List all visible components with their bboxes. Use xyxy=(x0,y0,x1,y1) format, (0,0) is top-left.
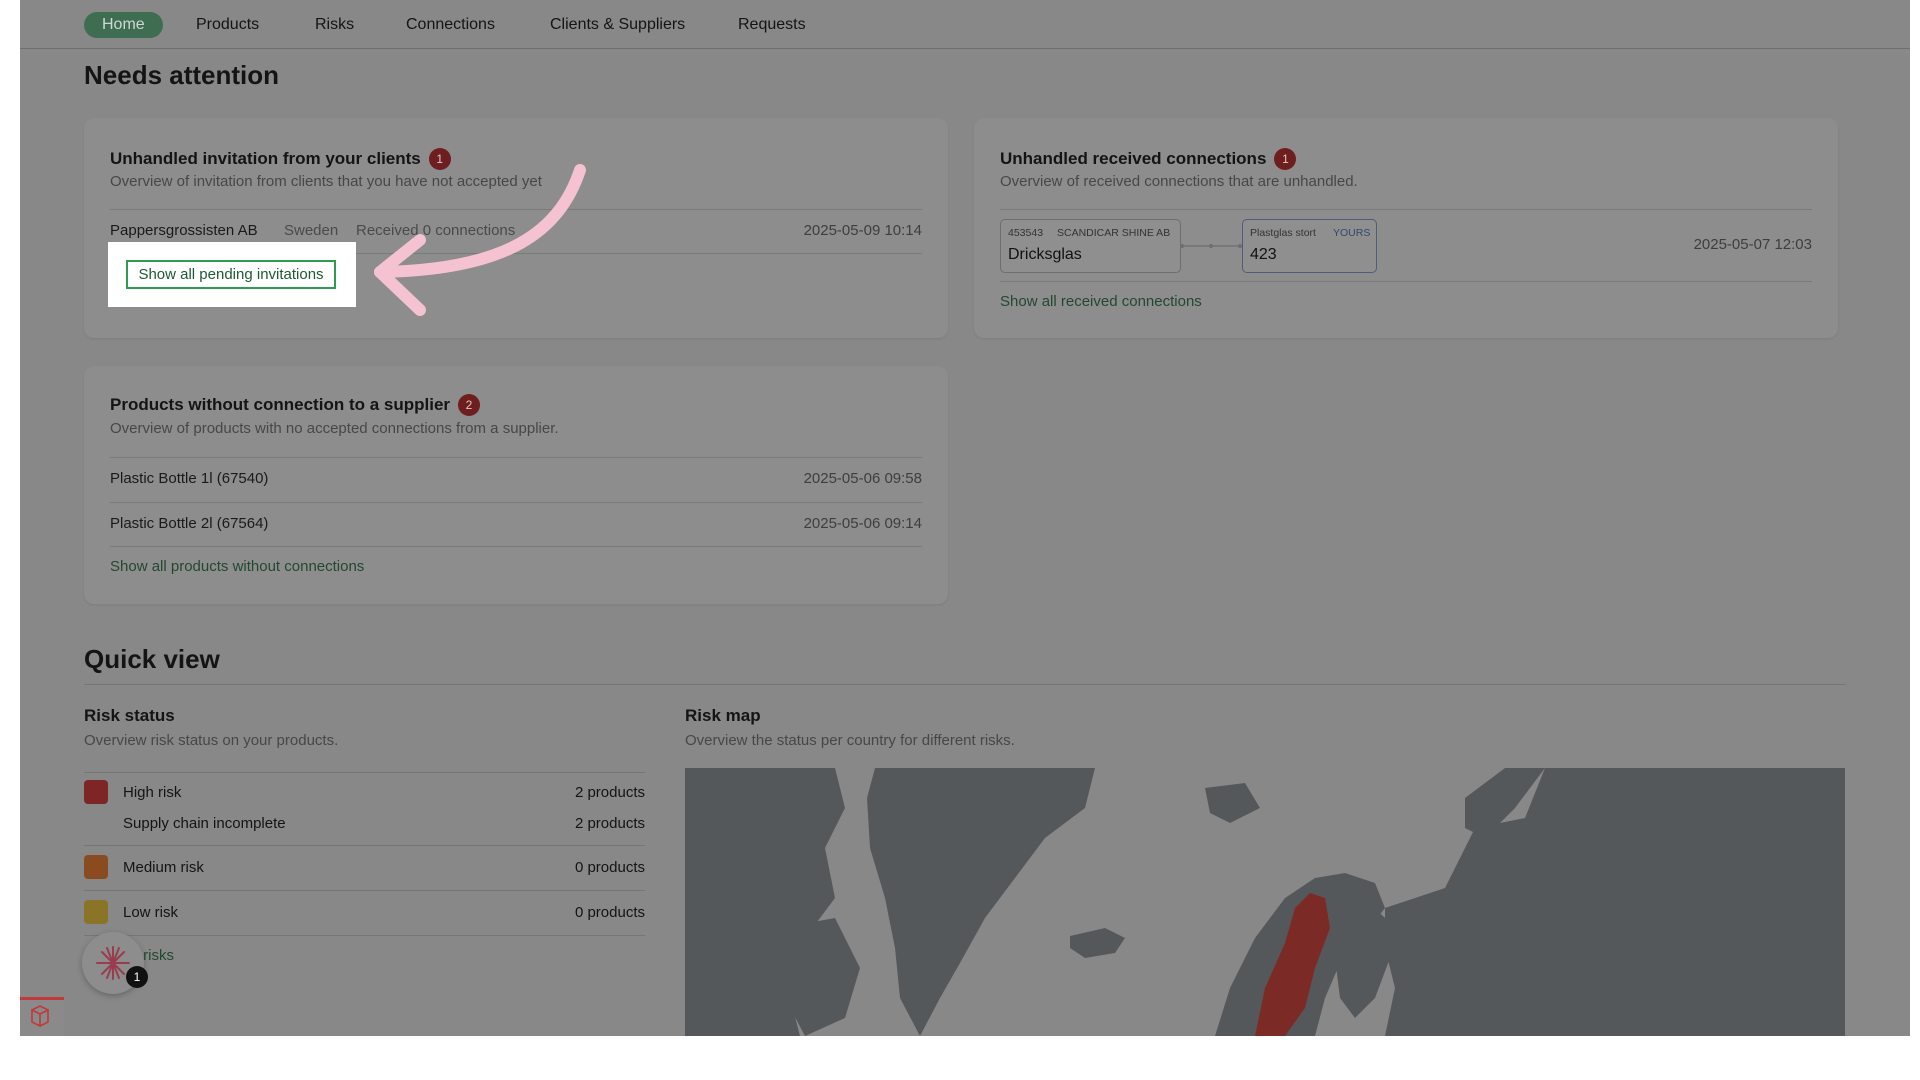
products-title: Products without connection to a supplie… xyxy=(110,394,481,416)
invitation-date: 2025-05-09 10:14 xyxy=(803,222,922,239)
map-land-greenland xyxy=(867,768,1095,1036)
nav-home[interactable]: Home xyxy=(84,12,163,38)
divider xyxy=(110,502,922,503)
high-risk-count: 2 products xyxy=(574,784,645,801)
nav-clients-suppliers[interactable]: Clients & Suppliers xyxy=(550,12,685,38)
connection-target-box[interactable]: Plastglas stort YOURS 423 xyxy=(1242,219,1377,273)
low-risk-label[interactable]: Low risk xyxy=(123,904,178,921)
connections-count-badge: 1 xyxy=(1274,148,1297,170)
app-frame: Home Products Risks Connections Clients … xyxy=(20,0,1910,1036)
connection-target-tag: YOURS xyxy=(1333,227,1371,239)
risk-status-panel: Risk status Overview risk status on your… xyxy=(84,704,645,1004)
map-land-iceland xyxy=(1070,928,1125,958)
low-risk-count: 0 products xyxy=(574,904,645,921)
medium-risk-swatch xyxy=(84,855,108,879)
map-land-russia xyxy=(1385,768,1845,1036)
connection-target-name: Plastglas stort xyxy=(1250,227,1316,239)
medium-risk-count: 0 products xyxy=(574,859,645,876)
nav-risks[interactable]: Risks xyxy=(315,12,354,38)
products-subtitle: Overview of products with no accepted co… xyxy=(110,420,559,437)
nav-connections[interactable]: Connections xyxy=(406,12,495,38)
connection-source-company: SCANDICAR SHINE AB xyxy=(1057,227,1171,239)
risk-status-subtitle: Overview risk status on your products. xyxy=(84,732,339,749)
connection-source-id: 453543 xyxy=(1008,227,1044,239)
pointer-arrow-icon xyxy=(374,164,586,316)
risk-map-subtitle: Overview the status per country for diff… xyxy=(685,732,1015,749)
high-risk-swatch xyxy=(84,780,108,804)
highlight-overlay: Show all pending invitations xyxy=(108,242,356,307)
products-count-badge: 2 xyxy=(458,394,481,416)
corner-tab[interactable] xyxy=(20,997,64,1036)
connection-source-product: Dricksglas xyxy=(1008,246,1082,263)
top-nav: Home Products Risks Connections Clients … xyxy=(20,0,1910,49)
medium-risk-label[interactable]: Medium risk xyxy=(123,859,204,876)
received-connections-card: Unhandled received connections 1 Overview… xyxy=(974,118,1838,338)
risk-map[interactable] xyxy=(685,768,1845,1036)
connection-target-value: 423 xyxy=(1250,246,1277,263)
invitation-country: Sweden xyxy=(284,222,339,239)
laravel-logo-icon xyxy=(31,1005,49,1028)
show-all-received-connections-link[interactable]: Show all received connections xyxy=(1000,293,1202,310)
connections-subtitle: Overview of received connections that ar… xyxy=(1000,173,1358,190)
product-row-date: 2025-05-06 09:14 xyxy=(803,515,922,532)
risk-map-title: Risk map xyxy=(685,706,761,725)
world-map-svg xyxy=(685,768,1845,1036)
quick-view-heading: Quick view xyxy=(84,644,220,674)
divider xyxy=(110,546,922,547)
risk-status-title: Risk status xyxy=(84,706,175,725)
divider xyxy=(84,772,645,773)
show-all-products-without-connections-link[interactable]: Show all products without connections xyxy=(110,558,364,575)
product-row-name[interactable]: Plastic Bottle 1l (67540) xyxy=(110,470,268,487)
nav-products[interactable]: Products xyxy=(196,12,259,38)
divider xyxy=(110,457,922,458)
divider xyxy=(1000,209,1812,210)
products-without-connection-card: Products without connection to a supplie… xyxy=(84,366,948,604)
connection-link-icon xyxy=(1180,244,1242,248)
divider xyxy=(84,935,645,936)
divider xyxy=(84,845,645,846)
show-all-pending-invitations-button[interactable]: Show all pending invitations xyxy=(126,260,336,289)
invitation-company[interactable]: Pappersgrossisten AB xyxy=(110,222,258,239)
nav-requests[interactable]: Requests xyxy=(738,12,806,38)
connections-title: Unhandled received connections 1 xyxy=(1000,148,1297,170)
divider xyxy=(84,684,1846,685)
supply-chain-count: 2 products xyxy=(574,815,645,832)
map-land-svalbard xyxy=(1205,783,1260,823)
product-row-date: 2025-05-06 09:58 xyxy=(803,470,922,487)
divider xyxy=(84,890,645,891)
divider xyxy=(1000,281,1812,282)
widget-badge: 1 xyxy=(126,966,148,988)
connection-source-box[interactable]: 453543 SCANDICAR SHINE AB Dricksglas xyxy=(1000,219,1181,273)
product-row-name[interactable]: Plastic Bottle 2l (67564) xyxy=(110,515,268,532)
supply-chain-label[interactable]: Supply chain incomplete xyxy=(123,815,286,832)
needs-attention-heading: Needs attention xyxy=(84,60,280,90)
high-risk-label[interactable]: High risk xyxy=(123,784,181,801)
low-risk-swatch xyxy=(84,900,108,924)
map-land-finland xyxy=(1335,898,1390,1018)
connection-date: 2025-05-07 12:03 xyxy=(1693,236,1812,253)
